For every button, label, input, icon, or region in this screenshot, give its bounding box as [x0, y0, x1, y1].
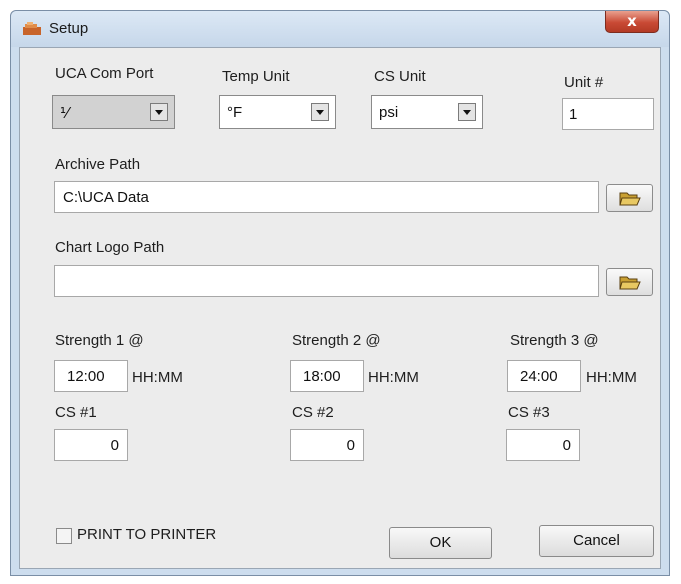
cs-1-field[interactable]: 0 [54, 429, 128, 461]
cs-1-label: CS #1 [55, 404, 97, 421]
strength-3-time-value: 24:00 [520, 368, 558, 385]
strength-3-unit: HH:MM [586, 369, 637, 386]
close-icon: x [627, 12, 637, 30]
chart-logo-browse-button[interactable] [606, 268, 653, 296]
cs-unit-select[interactable]: psi [371, 95, 483, 129]
cs-3-field[interactable]: 0 [506, 429, 580, 461]
cs-3-label: CS #3 [508, 404, 550, 421]
cs-unit-label: CS Unit [374, 68, 426, 85]
temp-unit-value: °F [227, 104, 243, 121]
com-port-label: UCA Com Port [55, 65, 154, 82]
cs-2-value: 0 [346, 437, 355, 454]
folder-open-icon [619, 192, 641, 206]
window-title: Setup [49, 20, 89, 37]
dialog-body: UCA Com Port ⅟ Temp Unit °F CS Unit psi … [19, 47, 661, 569]
strength-1-time-value: 12:00 [67, 368, 105, 385]
strength-1-time-field[interactable]: 12:00 [54, 360, 128, 392]
cs-2-field[interactable]: 0 [290, 429, 364, 461]
temp-unit-select[interactable]: °F [219, 95, 336, 129]
strength-1-label: Strength 1 @ [55, 332, 144, 349]
strength-2-label: Strength 2 @ [292, 332, 381, 349]
print-to-printer-checkbox[interactable] [56, 528, 72, 544]
strength-2-unit: HH:MM [368, 369, 419, 386]
strength-1-unit: HH:MM [132, 369, 183, 386]
archive-path-label: Archive Path [55, 156, 141, 173]
temp-unit-label: Temp Unit [222, 68, 290, 85]
app-icon [23, 22, 41, 35]
archive-path-field[interactable]: C:\UCA Data [54, 181, 599, 213]
close-button[interactable]: x [605, 11, 659, 33]
cs-3-value: 0 [562, 437, 571, 454]
cs-1-value: 0 [110, 437, 119, 454]
chevron-down-icon[interactable] [150, 103, 168, 121]
com-port-select[interactable]: ⅟ [52, 95, 175, 129]
strength-3-time-field[interactable]: 24:00 [507, 360, 581, 392]
chevron-down-icon[interactable] [311, 103, 329, 121]
archive-browse-button[interactable] [606, 184, 653, 212]
folder-open-icon [619, 276, 641, 290]
unit-number-field[interactable]: 1 [562, 98, 654, 130]
chart-logo-path-label: Chart Logo Path [55, 239, 165, 256]
unit-number-label: Unit # [564, 74, 604, 91]
title-bar[interactable]: Setup x [11, 11, 669, 47]
strength-2-time-value: 18:00 [303, 368, 341, 385]
com-port-value: ⅟ [60, 105, 69, 122]
strength-3-label: Strength 3 @ [510, 332, 599, 349]
print-to-printer-label: PRINT TO PRINTER [77, 526, 217, 543]
cancel-button[interactable]: Cancel [539, 525, 654, 557]
unit-number-value: 1 [569, 106, 578, 123]
cs-2-label: CS #2 [292, 404, 334, 421]
setup-dialog: Setup x UCA Com Port ⅟ Temp Unit °F CS U… [10, 10, 670, 576]
archive-path-value: C:\UCA Data [63, 189, 149, 206]
chart-logo-path-field[interactable] [54, 265, 599, 297]
strength-2-time-field[interactable]: 18:00 [290, 360, 364, 392]
cs-unit-value: psi [379, 104, 399, 121]
ok-button[interactable]: OK [389, 527, 492, 559]
chevron-down-icon[interactable] [458, 103, 476, 121]
